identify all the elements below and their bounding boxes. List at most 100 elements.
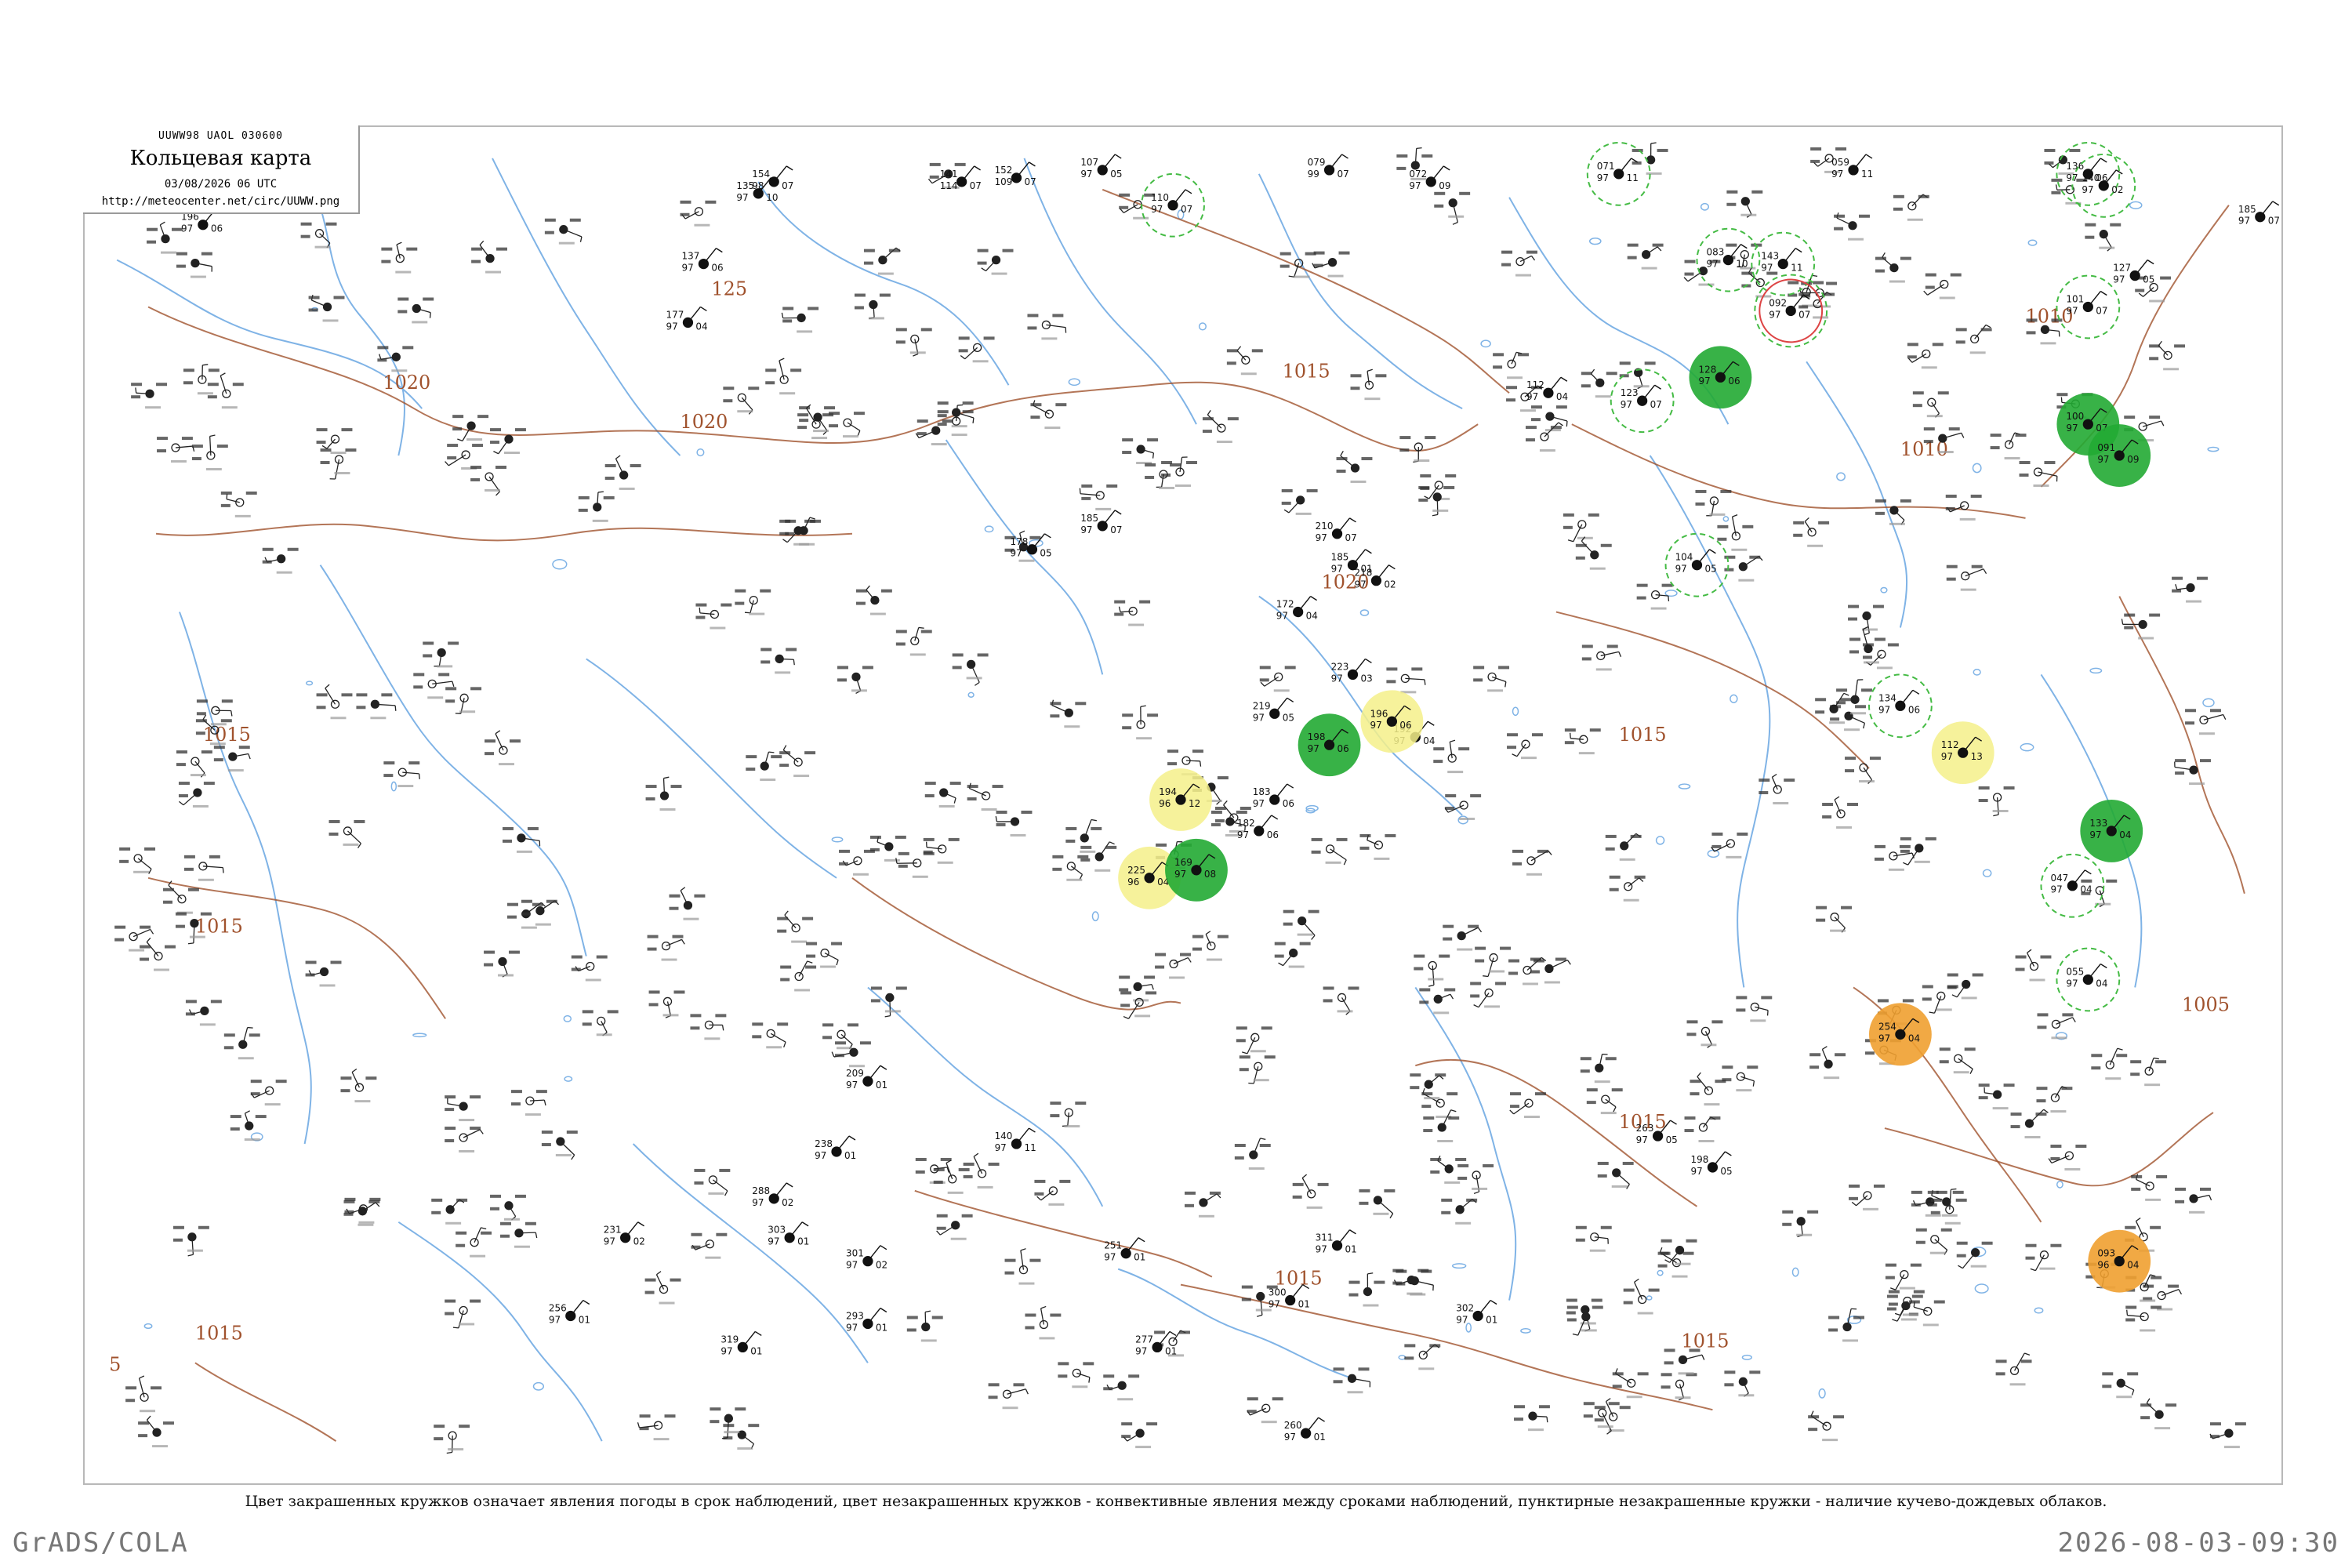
station-model-glyph	[1722, 1065, 1759, 1092]
station-model-glyph	[138, 1415, 174, 1448]
station-dewpoint: 07	[1650, 399, 1662, 410]
station-model-glyph	[2131, 1174, 2168, 1201]
station-pressure: 97	[1831, 169, 1843, 180]
station-model-glyph	[854, 293, 891, 320]
station-dewpoint: 04	[1908, 1033, 1920, 1044]
station-pressure: 97	[1011, 548, 1022, 559]
station-model-glyph	[230, 1110, 267, 1142]
station-model-glyph	[1782, 1210, 1819, 1238]
station-model-glyph	[1501, 250, 1537, 277]
station-model-glyph	[1493, 351, 1529, 379]
station-plain: 20997 01	[846, 1065, 887, 1091]
station-model-glyph	[578, 491, 615, 522]
station-dewpoint: 06	[1338, 743, 1349, 754]
station-dewpoint: 06	[1399, 720, 1411, 731]
station-model-glyph	[178, 782, 215, 808]
station-temp: 303	[768, 1225, 786, 1236]
station-temp: 047	[2050, 873, 2068, 884]
station-temp: 256	[549, 1303, 567, 1314]
station-dewpoint: 10	[1736, 259, 1748, 270]
river	[303, 173, 405, 456]
lake	[564, 1076, 573, 1082]
station-rain: 19897 06	[1298, 713, 1361, 777]
station-temp: 260	[1284, 1420, 1302, 1431]
station-pressure: 97	[1135, 1345, 1147, 1356]
circular-map-frame: 1020 1020 1015 1015 1015 1020 1015 1015 1015 1010…	[83, 125, 2283, 1485]
lake	[552, 558, 568, 570]
station-dewpoint: 05	[1704, 564, 1716, 575]
station-temp: 143	[1761, 251, 1779, 262]
station-temp: 225	[1127, 865, 1145, 876]
station-model-glyph	[1605, 833, 1642, 861]
station-model-glyph	[1717, 514, 1754, 551]
station-pressure: 97	[1269, 1299, 1280, 1310]
station-model-glyph	[541, 1131, 578, 1160]
station-model-glyph	[1995, 1352, 2032, 1386]
station-model-glyph	[936, 1214, 973, 1240]
station-model-glyph	[1930, 1188, 1967, 1225]
station-temp: 210	[1316, 521, 1334, 532]
station-model-glyph	[1414, 954, 1450, 987]
lake	[984, 525, 994, 533]
station-dewpoint: 07	[970, 180, 982, 191]
map-title: Кольцевая карта	[129, 147, 312, 170]
station-model-glyph	[669, 887, 706, 920]
station-model-glyph	[822, 1023, 858, 1050]
station-temp: 079	[1308, 157, 1326, 168]
station-model-glyph	[1575, 536, 1612, 570]
station-model-glyph	[1923, 273, 1962, 299]
lake	[563, 1014, 572, 1022]
station-temp: 254	[1878, 1021, 1896, 1032]
station-dewpoint: 07	[1798, 309, 1810, 320]
station-model-glyph	[434, 1425, 470, 1454]
station-model-glyph	[1845, 757, 1881, 785]
station-model-glyph	[2140, 1398, 2177, 1430]
station-model-glyph	[157, 437, 195, 463]
station-model-glyph	[1441, 1198, 1478, 1225]
station-model-glyph	[1759, 773, 1795, 805]
lake	[2027, 239, 2038, 246]
station-model-glyph	[1423, 1109, 1460, 1143]
station-dewpoint: 04	[2096, 978, 2107, 989]
lake	[831, 837, 844, 843]
station-model-glyph	[863, 247, 901, 275]
station-plain: 12797 05	[2113, 260, 2154, 285]
river	[492, 158, 681, 456]
river	[397, 1221, 603, 1442]
station-pressure: 96	[1127, 877, 1139, 887]
station-model-glyph	[760, 648, 797, 674]
station-model-glyph	[1874, 844, 1915, 871]
station-dewpoint: 01	[1486, 1314, 1497, 1325]
station-temp: 104	[1675, 552, 1693, 563]
station-rain: 12897 06	[1689, 346, 1752, 409]
station-pressure: 97	[1331, 564, 1343, 575]
station-pressure: 97	[1675, 564, 1687, 575]
lake	[1091, 911, 1099, 922]
station-temp: 198	[1691, 1154, 1709, 1165]
station-model-glyph	[952, 653, 989, 686]
station-model-glyph	[895, 851, 935, 878]
station-model-glyph	[1808, 1410, 1845, 1442]
station-model-glyph	[1470, 982, 1507, 1008]
station-model-glyph	[1509, 1092, 1546, 1119]
station-model-glyph	[1724, 1370, 1761, 1397]
station-model-glyph	[125, 1375, 162, 1413]
station-temp: 196	[1370, 708, 1388, 719]
station-model-glyph	[855, 585, 892, 615]
station-model-glyph	[1508, 956, 1547, 985]
station-dewpoint: 07	[1345, 532, 1357, 543]
station-model-glyph	[185, 1000, 222, 1026]
station-model-glyph	[1025, 1305, 1062, 1340]
lake	[1655, 836, 1665, 845]
station-pressure: 97	[549, 1314, 561, 1325]
station-model-glyph	[1050, 699, 1087, 728]
station-lightrain: 11297 13	[1931, 721, 1994, 785]
station-model-glyph	[1609, 875, 1646, 902]
station-model-glyph	[2143, 1284, 2183, 1311]
station-model-glyph	[1034, 1179, 1071, 1206]
station-cb: 14397 11	[1751, 231, 1816, 296]
station-model-glyph	[445, 1299, 481, 1329]
source-link[interactable]: http://meteocenter.net/circ/UUWW.png	[83, 195, 358, 208]
station-model-glyph	[780, 960, 817, 992]
station-pressure: 97	[1308, 743, 1319, 754]
